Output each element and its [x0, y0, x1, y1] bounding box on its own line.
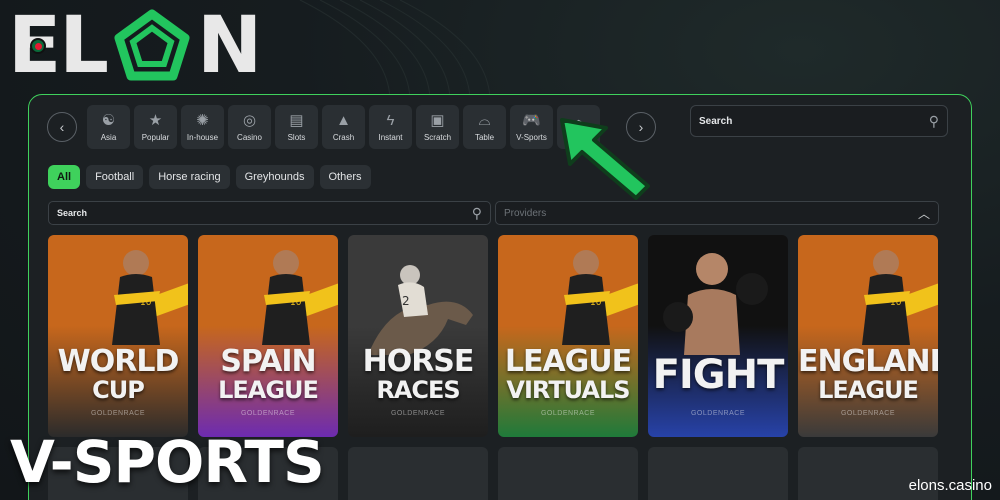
- game-card[interactable]: 10 WORLD CUP GOLDENRACE: [48, 235, 188, 437]
- gamepad-icon: 🎮: [522, 111, 541, 129]
- game-card[interactable]: [348, 447, 488, 500]
- game-provider: GOLDENRACE: [240, 410, 295, 417]
- category-label: Casino: [237, 132, 262, 142]
- game-title-line-2: LEAGUE: [818, 376, 919, 404]
- game-title-line-2: CUP: [92, 376, 145, 404]
- category-bar: ☯ Asia ★ Popular ✺ In-house ◎ Casino ▤ Slots ▲ Cras…: [87, 105, 600, 149]
- game-provider: GOLDENRACE: [390, 410, 445, 417]
- filter-horse-racing[interactable]: Horse racing: [149, 165, 230, 189]
- svg-text:10: 10: [140, 298, 152, 308]
- search-icon[interactable]: ⚲: [929, 113, 939, 130]
- game-provider: GOLDENRACE: [90, 410, 145, 417]
- game-card[interactable]: 10 LEAGUE VIRTUALS GOLDENRACE: [498, 235, 638, 437]
- category-in-house[interactable]: ✺ In-house: [181, 105, 224, 149]
- category-label: Crash: [332, 132, 355, 142]
- ticket-icon: ▣: [430, 111, 445, 129]
- game-card[interactable]: 10 ENGLANDLEAGUE GOLDENRACE: [798, 235, 938, 437]
- caption-title: V-SPORTS: [10, 428, 325, 496]
- logo-text-right: N: [196, 1, 262, 91]
- svg-text:10: 10: [590, 298, 602, 308]
- category-label: Table: [474, 132, 495, 142]
- filter-others[interactable]: Others: [319, 165, 371, 189]
- bangladesh-flag-icon: [30, 38, 46, 54]
- game-title-line-1: ENGLAND: [798, 344, 938, 379]
- filter-chips: All Football Horse racing Greyhounds Others: [48, 165, 371, 189]
- star-icon: ★: [148, 111, 163, 129]
- filter-greyhounds[interactable]: Greyhounds: [235, 165, 314, 189]
- game-title-line-1: SPAIN: [220, 344, 316, 379]
- game-provider: GOLDENRACE: [840, 410, 895, 417]
- game-card[interactable]: [648, 447, 788, 500]
- providers-placeholder: Providers: [504, 207, 547, 219]
- game-title-line-2: VIRTUALS: [506, 376, 630, 404]
- lightning-icon: ϟ: [386, 111, 395, 129]
- top-search-label: Search: [699, 115, 733, 127]
- game-title-line-1: FIGHT: [652, 352, 785, 398]
- category-label: Scratch: [423, 132, 452, 142]
- game-card[interactable]: [498, 447, 638, 500]
- game-title-line-1: HORSE: [362, 344, 475, 379]
- search-icon[interactable]: ⚲: [472, 205, 482, 222]
- category-instant[interactable]: ϟ Instant: [369, 105, 412, 149]
- category-asia[interactable]: ☯ Asia: [87, 105, 130, 149]
- category-casino[interactable]: ◎ Casino: [228, 105, 271, 149]
- category-label: In-house: [186, 132, 219, 142]
- category-table[interactable]: ⌓ Table: [463, 105, 506, 149]
- filter-all[interactable]: All: [48, 165, 81, 189]
- game-title-line-1: WORLD: [57, 344, 180, 379]
- category-popular[interactable]: ★ Popular: [134, 105, 177, 149]
- game-provider: GOLDENRACE: [690, 410, 745, 417]
- game-grid: 10 WORLD CUP GOLDENRACE 10 SPAIN LEAGUE GOLDENR…: [48, 235, 938, 437]
- game-provider: GOLDENRACE: [540, 410, 595, 417]
- chevron-left-icon: ‹: [59, 119, 65, 135]
- pointer-arrow-icon: [560, 118, 650, 200]
- rocket-icon: ▲: [336, 111, 351, 129]
- game-card[interactable]: 2 HORSE RACES GOLDENRACE: [348, 235, 488, 437]
- game-title-line-2: RACES: [376, 376, 460, 404]
- logo-pentagon-icon: [114, 9, 190, 81]
- roulette-icon: ⌓: [478, 111, 491, 129]
- filter-football[interactable]: Football: [86, 165, 144, 189]
- category-crash[interactable]: ▲ Crash: [322, 105, 365, 149]
- site-watermark: elons.casino: [908, 477, 992, 494]
- game-card[interactable]: FIGHT GOLDENRACE: [648, 235, 788, 437]
- categories-prev-button[interactable]: ‹: [47, 112, 77, 142]
- game-title-line-1: LEAGUE: [504, 344, 632, 379]
- category-slots[interactable]: ▤ Slots: [275, 105, 318, 149]
- top-search-input[interactable]: Search ⚲: [690, 105, 948, 137]
- category-label: Slots: [287, 132, 306, 142]
- game-title-line-2: LEAGUE: [218, 376, 319, 404]
- category-label: Asia: [100, 132, 117, 142]
- chevron-up-icon: ︿: [917, 206, 930, 221]
- game-search-input[interactable]: Search ⚲: [48, 201, 491, 225]
- slot-machine-icon: ▤: [289, 111, 304, 129]
- svg-text:2: 2: [402, 294, 410, 308]
- chip-icon: ◎: [242, 111, 257, 129]
- yin-yang-icon: ☯: [101, 111, 116, 129]
- category-scratch[interactable]: ▣ Scratch: [416, 105, 459, 149]
- svg-text:10: 10: [890, 298, 902, 308]
- logo-text-left: EL: [8, 1, 109, 91]
- category-label: Instant: [378, 132, 403, 142]
- game-card[interactable]: 10 SPAIN LEAGUE GOLDENRACE: [198, 235, 338, 437]
- game-search-label: Search: [57, 208, 88, 218]
- category-label: Popular: [141, 132, 170, 142]
- svg-text:10: 10: [290, 298, 302, 308]
- in-house-icon: ✺: [196, 111, 209, 129]
